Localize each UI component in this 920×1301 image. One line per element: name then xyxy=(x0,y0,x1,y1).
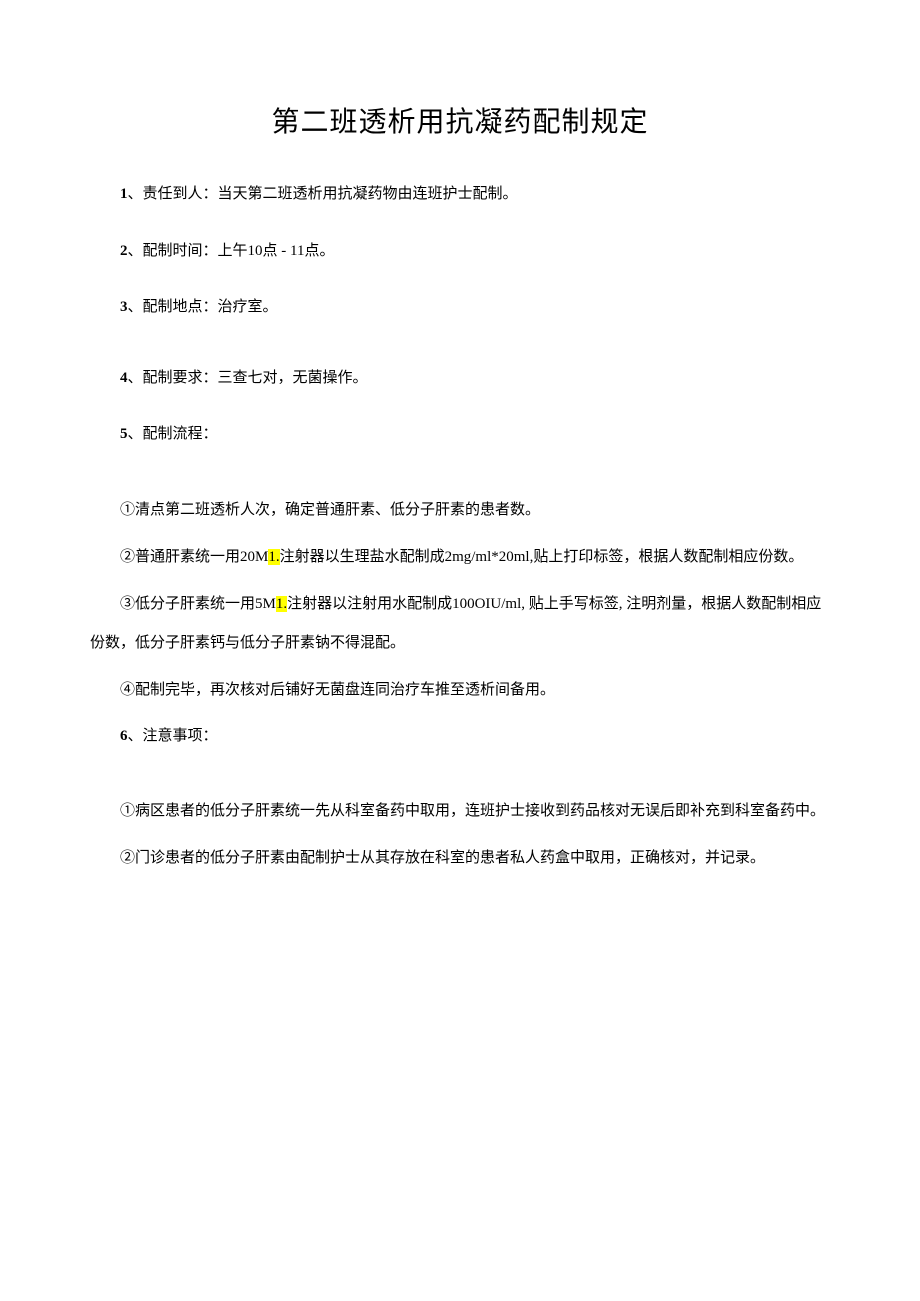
note-1: ①病区患者的低分子肝素统一先从科室备药中取用，连班护士接收到药品核对无误后即补充… xyxy=(90,792,830,831)
item-4: 4、配制要求：三查七对，无菌操作。 xyxy=(90,364,830,393)
item-5: 5、配制流程： xyxy=(90,420,830,449)
item-2-text: 、配制时间：上午10点 - 11点。 xyxy=(128,243,335,259)
item-2: 2、配制时间：上午10点 - 11点。 xyxy=(90,237,830,266)
item-4-number: 4 xyxy=(120,370,128,386)
step-2-highlight: 1. xyxy=(268,549,279,565)
item-5-number: 5 xyxy=(120,426,128,442)
document-title: 第二班透析用抗凝药配制规定 xyxy=(90,100,830,140)
step-2: ②普通肝素统一用20M1.注射器以生理盐水配制成2mg/ml*20ml,贴上打印… xyxy=(90,538,830,577)
item-6-number: 6 xyxy=(120,728,128,744)
step-3: ③低分子肝素统一用5M1.注射器以注射用水配制成100OIU/ml, 贴上手写标… xyxy=(90,585,830,663)
item-4-text: 、配制要求：三查七对，无菌操作。 xyxy=(128,370,368,386)
step-2-text-b: 注射器以生理盐水配制成2mg/ml*20ml,贴上打印标签，根据人数配制相应份数… xyxy=(280,549,804,565)
item-1-text: 、责任到人：当天第二班透析用抗凝药物由连班护士配制。 xyxy=(128,186,518,202)
step-1: ①清点第二班透析人次，确定普通肝素、低分子肝素的患者数。 xyxy=(90,491,830,530)
item-2-number: 2 xyxy=(120,243,128,259)
item-3: 3、配制地点：治疗室。 xyxy=(90,293,830,322)
item-3-number: 3 xyxy=(120,299,128,315)
item-1-number: 1 xyxy=(120,186,128,202)
item-3-text: 、配制地点：治疗室。 xyxy=(128,299,278,315)
note-2: ②门诊患者的低分子肝素由配制护士从其存放在科室的患者私人药盒中取用，正确核对，并… xyxy=(90,839,830,878)
step-4: ④配制完毕，再次核对后铺好无菌盘连同治疗车推至透析间备用。 xyxy=(90,671,830,710)
step-2-text-a: ②普通肝素统一用20M xyxy=(120,549,268,565)
item-5-text: 、配制流程： xyxy=(128,426,218,442)
item-1: 1、责任到人：当天第二班透析用抗凝药物由连班护士配制。 xyxy=(90,180,830,209)
step-3-text-a: ③低分子肝素统一用5M xyxy=(120,596,276,612)
step-3-highlight: 1. xyxy=(276,596,287,612)
item-6: 6、注意事项： xyxy=(90,722,830,751)
item-6-text: 、注意事项： xyxy=(128,728,218,744)
